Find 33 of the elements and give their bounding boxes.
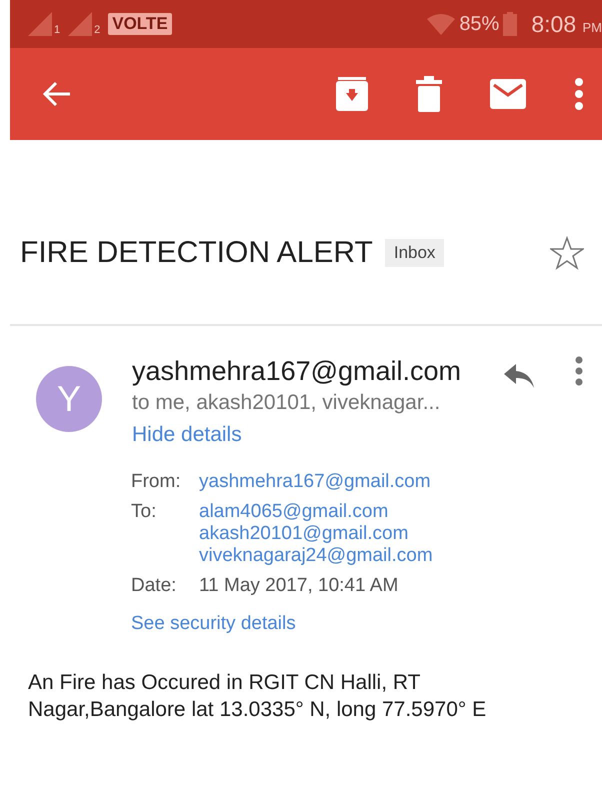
sim-number: 2 <box>94 24 100 36</box>
battery-icon <box>503 12 518 36</box>
recipients-summary: to me, akash20101, viveknagar... <box>132 391 442 415</box>
email-body: An Fire has Occured in RGIT CN Halli, RT Nagar,Bangalore lat 13.0335° N, long 77.5970° E <box>28 670 488 724</box>
email-link[interactable]: yashmehra167@gmail.com <box>199 471 431 493</box>
battery-percent: 85% <box>459 12 500 36</box>
sender-email: yashmehra167@gmail.com <box>132 356 462 387</box>
more-icon[interactable] <box>574 78 584 110</box>
detail-label: From: <box>131 471 182 493</box>
security-details-link[interactable]: See security details <box>131 613 602 635</box>
email-subject: FIRE DETECTION ALERT <box>20 236 373 270</box>
mail-icon[interactable] <box>490 79 526 109</box>
delete-icon[interactable] <box>416 76 442 112</box>
signal-icon <box>28 12 54 36</box>
sim-number: 1 <box>54 24 60 36</box>
email-link[interactable]: akash20101@gmail.com <box>199 523 433 545</box>
network-badge: VOLTE <box>108 13 172 35</box>
more-icon[interactable] <box>574 356 584 386</box>
hide-details-link[interactable]: Hide details <box>132 423 462 447</box>
sender-avatar: Y <box>36 366 102 432</box>
clock: 8:08 PM <box>531 10 602 38</box>
back-icon[interactable] <box>42 81 72 107</box>
archive-icon[interactable] <box>336 77 368 111</box>
inbox-label[interactable]: Inbox <box>384 239 444 267</box>
signal-icon <box>68 12 94 36</box>
email-link[interactable]: alam4065@gmail.com <box>199 501 433 523</box>
detail-label: Date: <box>131 575 178 597</box>
wifi-icon <box>427 13 456 35</box>
reply-icon[interactable] <box>504 364 534 388</box>
email-link[interactable]: viveknagaraj24@gmail.com <box>199 545 433 567</box>
detail-value: 11 May 2017, 10:41 AM <box>199 575 398 597</box>
detail-label: To: <box>131 501 158 524</box>
star-icon[interactable] <box>550 236 584 270</box>
